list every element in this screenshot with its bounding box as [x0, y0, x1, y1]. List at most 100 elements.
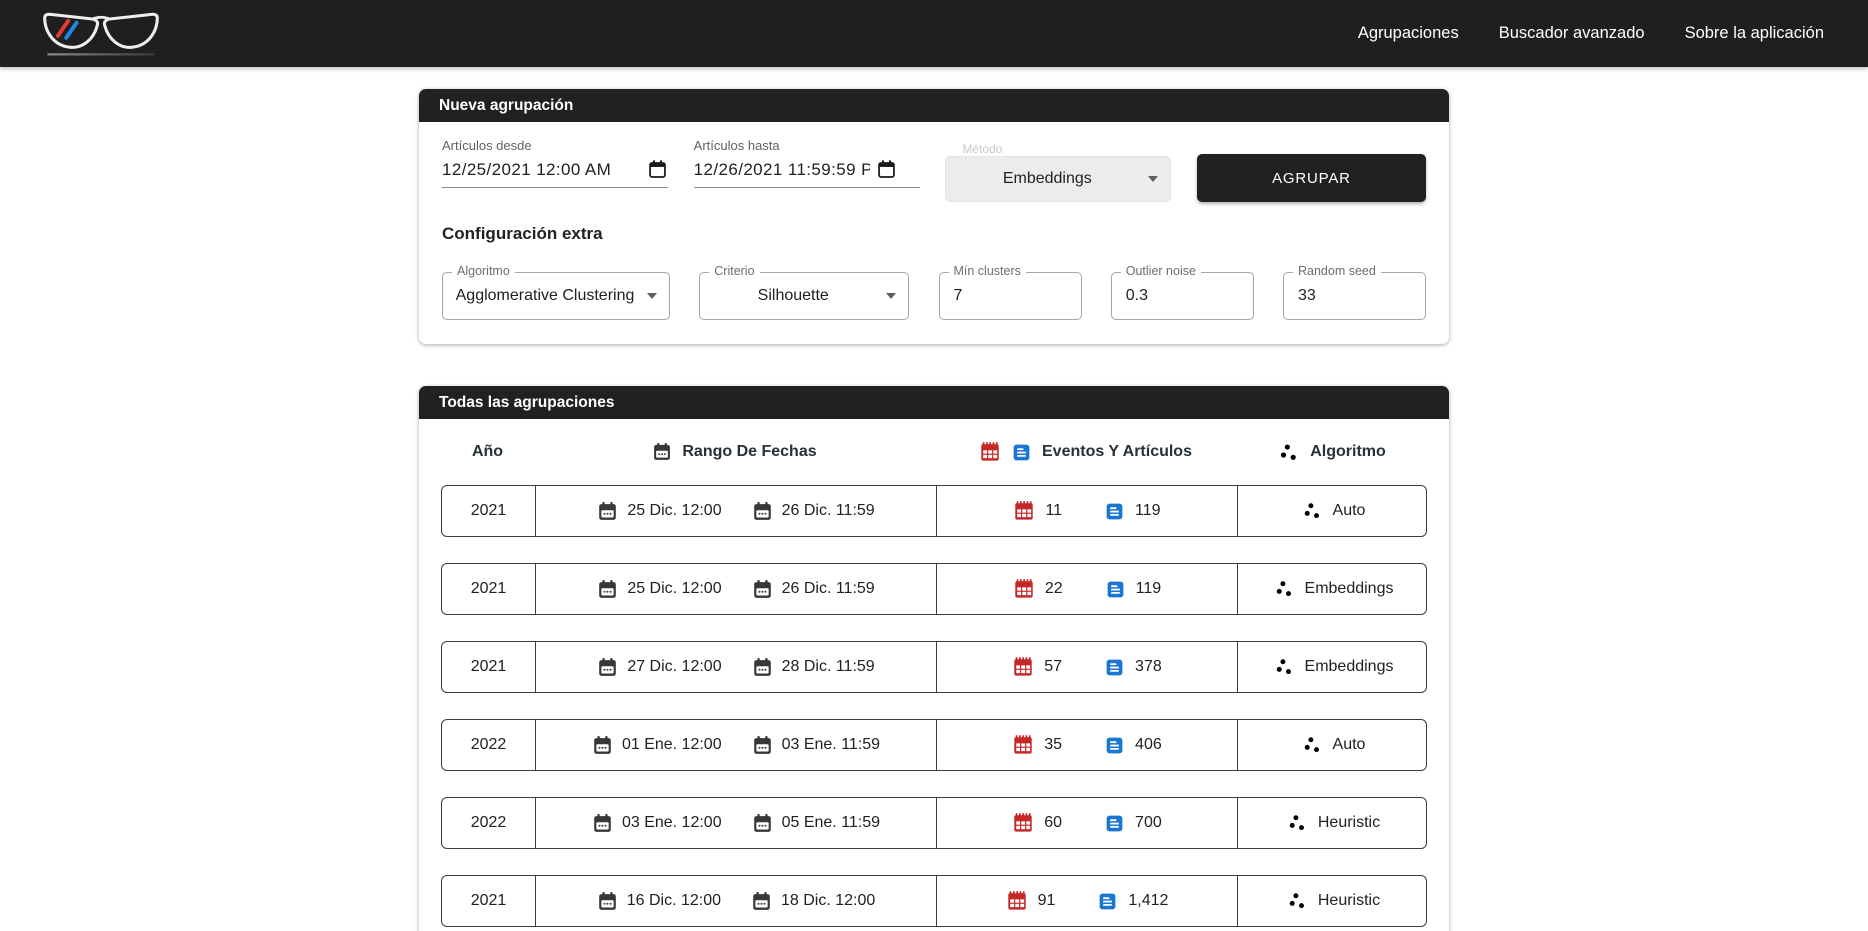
group-row[interactable]: 2022 01 Ene. 12:00 03 Ene. 11:59 35 406 …: [441, 719, 1427, 771]
scatter-plot-icon: [1286, 812, 1308, 834]
articles-group: 406: [1104, 735, 1162, 756]
articles-count: 119: [1135, 502, 1161, 520]
calendar-icon: [597, 501, 618, 522]
articles-group: 378: [1104, 657, 1162, 678]
date-to: 03 Ene. 11:59: [782, 736, 880, 754]
calendar-icon: [592, 813, 613, 834]
group-date-range: 16 Dic. 12:00 18 Dic. 12:00: [535, 876, 936, 926]
criterion-select[interactable]: Criterio Silhouette: [699, 272, 909, 320]
articles-to-input[interactable]: 12/26/2021 11:59:59 PM: [694, 156, 920, 188]
date-to: 05 Ene. 11:59: [782, 814, 880, 832]
events-calendar-icon: [1006, 890, 1028, 912]
group-year: 2021: [442, 564, 535, 614]
nav-item-buscador-avanzado[interactable]: Buscador avanzado: [1499, 24, 1645, 43]
col-header-events-articles-label: Eventos Y Artículos: [1042, 443, 1192, 461]
scatter-plot-icon: [1301, 500, 1323, 522]
events-count: 22: [1045, 580, 1063, 598]
group-row[interactable]: 2021 25 Dic. 12:00 26 Dic. 11:59 22 119 …: [441, 563, 1427, 615]
calendar-icon: [597, 579, 618, 600]
group-events-articles: 60 700: [936, 798, 1237, 848]
group-algorithm: Heuristic: [1237, 798, 1428, 848]
calendar-icon: [752, 579, 773, 600]
random-seed-field[interactable]: Random seed 33: [1283, 272, 1426, 320]
articles-to-value[interactable]: 12/26/2021 11:59:59 PM: [694, 160, 870, 180]
date-to: 26 Dic. 11:59: [782, 502, 875, 520]
method-value: Embeddings: [946, 170, 1148, 188]
group-date-range: 25 Dic. 12:00 26 Dic. 11:59: [535, 564, 936, 614]
date-picker-icon[interactable]: [876, 159, 897, 180]
calendar-icon: [652, 442, 672, 462]
date-picker-icon[interactable]: [647, 159, 668, 180]
col-header-date-range: Rango De Fechas: [534, 442, 935, 462]
date-from: 25 Dic. 12:00: [627, 580, 721, 598]
articles-from-value[interactable]: 12/25/2021 12:00 AM: [442, 160, 641, 180]
events-calendar-icon: [1013, 500, 1035, 522]
nav-links: Agrupaciones Buscador avanzado Sobre la …: [1358, 24, 1824, 43]
articles-count: 406: [1135, 736, 1162, 754]
extra-config-fields: Algoritmo Agglomerative Clustering Crite…: [442, 272, 1426, 320]
events-count: 91: [1038, 892, 1056, 910]
group-date-range: 25 Dic. 12:00 26 Dic. 11:59: [535, 486, 936, 536]
group-date-range: 27 Dic. 12:00 28 Dic. 11:59: [535, 642, 936, 692]
events-calendar-icon: [1012, 656, 1034, 678]
date-to: 18 Dic. 12:00: [781, 892, 875, 910]
agrupar-button[interactable]: AGRUPAR: [1197, 154, 1426, 202]
algorithm-value: Agglomerative Clustering: [443, 287, 647, 305]
events-count: 35: [1044, 736, 1062, 754]
new-group-panel-title: Nueva agrupación: [419, 89, 1449, 122]
group-year: 2021: [442, 642, 535, 692]
scatter-plot-icon: [1286, 890, 1308, 912]
group-algorithm: Embeddings: [1237, 564, 1428, 614]
articles-count: 700: [1135, 814, 1162, 832]
articles-to-field: Artículos hasta 12/26/2021 11:59:59 PM: [694, 138, 920, 188]
outlier-noise-field[interactable]: Outlier noise 0.3: [1111, 272, 1254, 320]
calendar-icon: [592, 735, 613, 756]
groups-table: Año Rango De Fechas Eventos Y Artículos …: [419, 419, 1449, 931]
criterion-value: Silhouette: [700, 287, 886, 305]
group-date-range: 01 Ene. 12:00 03 Ene. 11:59: [535, 720, 936, 770]
groups-table-body: 2021 25 Dic. 12:00 26 Dic. 11:59 11 119 …: [441, 485, 1427, 927]
group-row[interactable]: 2022 03 Ene. 12:00 05 Ene. 11:59 60 700 …: [441, 797, 1427, 849]
algorithm-select[interactable]: Algoritmo Agglomerative Clustering: [442, 272, 670, 320]
nav-item-sobre-la-aplicacion[interactable]: Sobre la aplicación: [1685, 24, 1824, 43]
scatter-plot-icon: [1277, 441, 1300, 464]
calendar-icon: [752, 735, 773, 756]
page-content: Nueva agrupación Artículos desde 12/25/2…: [419, 89, 1449, 931]
group-row[interactable]: 2021 16 Dic. 12:00 18 Dic. 12:00 91 1,41…: [441, 875, 1427, 927]
articles-group: 1,412: [1097, 891, 1168, 912]
date-to: 28 Dic. 11:59: [782, 658, 875, 676]
app-logo[interactable]: [40, 10, 162, 58]
chevron-down-icon: [647, 293, 657, 299]
chevron-down-icon: [1148, 176, 1158, 182]
method-select[interactable]: Método Embeddings: [945, 156, 1171, 202]
col-header-algorithm-label: Algoritmo: [1310, 443, 1386, 461]
events-calendar-icon: [1012, 812, 1034, 834]
date-from: 16 Dic. 12:00: [627, 892, 721, 910]
events-calendar-icon: [1012, 734, 1034, 756]
date-from: 03 Ene. 12:00: [622, 814, 722, 832]
nav-item-agrupaciones[interactable]: Agrupaciones: [1358, 24, 1459, 43]
new-group-panel: Nueva agrupación Artículos desde 12/25/2…: [419, 89, 1449, 344]
groups-panel-title: Todas las agrupaciones: [419, 386, 1449, 419]
col-header-year: Año: [441, 443, 534, 461]
min-clusters-field[interactable]: Mín clusters 7: [939, 272, 1082, 320]
group-row[interactable]: 2021 27 Dic. 12:00 28 Dic. 11:59 57 378 …: [441, 641, 1427, 693]
group-row[interactable]: 2021 25 Dic. 12:00 26 Dic. 11:59 11 119 …: [441, 485, 1427, 537]
algorithm-name: Heuristic: [1318, 892, 1380, 910]
groups-table-header: Año Rango De Fechas Eventos Y Artículos …: [441, 419, 1427, 485]
articles-icon: [1104, 735, 1125, 756]
date-from: 27 Dic. 12:00: [627, 658, 721, 676]
articles-from-input[interactable]: 12/25/2021 12:00 AM: [442, 156, 668, 188]
articles-group: 119: [1104, 501, 1161, 522]
group-year: 2021: [442, 876, 535, 926]
date-to: 26 Dic. 11:59: [782, 580, 875, 598]
articles-icon: [1104, 813, 1125, 834]
algorithm-name: Heuristic: [1318, 814, 1380, 832]
new-group-form: Artículos desde 12/25/2021 12:00 AM Artí…: [419, 122, 1449, 344]
algorithm-name: Auto: [1333, 736, 1366, 754]
group-algorithm: Embeddings: [1237, 642, 1428, 692]
group-year: 2022: [442, 798, 535, 848]
glasses-logo-icon: [40, 10, 162, 58]
group-events-articles: 91 1,412: [936, 876, 1237, 926]
articles-icon: [1011, 442, 1032, 463]
